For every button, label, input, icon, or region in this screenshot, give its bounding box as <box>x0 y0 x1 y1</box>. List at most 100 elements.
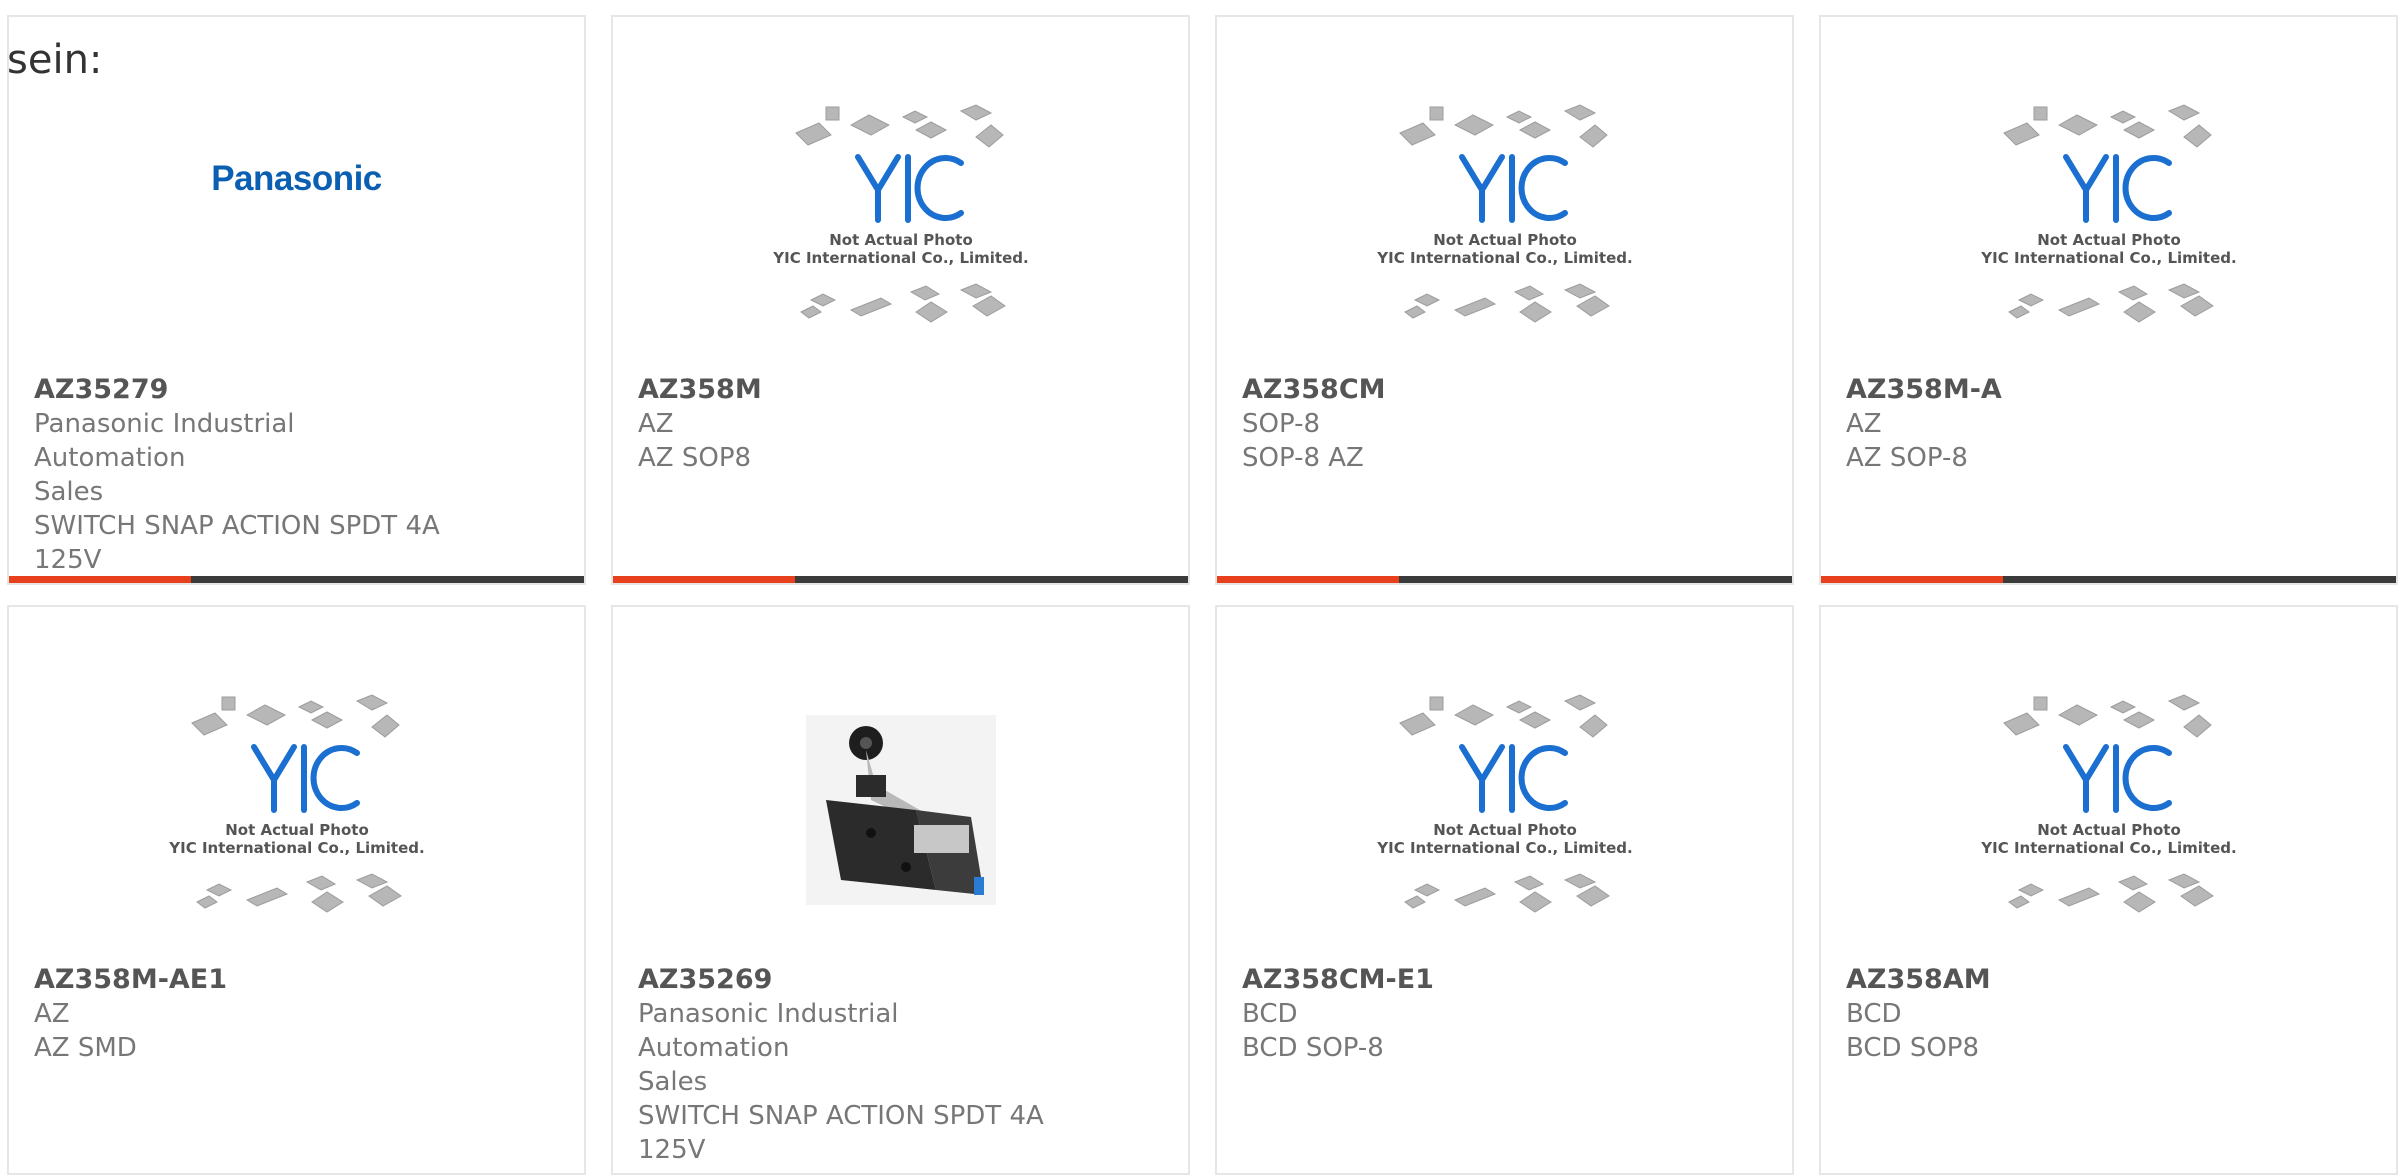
chip-shape <box>2017 883 2044 897</box>
part-number[interactable]: AZ35269 <box>638 963 1058 997</box>
chip-shape <box>2122 711 2155 729</box>
chip-shape <box>245 704 286 726</box>
yic-logo <box>1458 154 1568 223</box>
chip-shape <box>2122 891 2156 913</box>
chip-shape <box>2182 714 2212 738</box>
chip-shape <box>799 305 822 319</box>
chip-shape <box>1398 122 1436 146</box>
chip-shape <box>310 711 343 729</box>
chip-shape <box>2122 121 2155 139</box>
placeholder-caption-1: Not Actual Photo <box>1433 821 1577 839</box>
product-line: SOP-8 AZ <box>1242 443 1364 473</box>
product-line: AZ SOP8 <box>638 443 752 473</box>
product-image[interactable]: Not Actual Photo YIC International Co., L… <box>1217 75 1792 365</box>
chip-shape <box>849 297 892 317</box>
product-line: Panasonic Industrial Automation <box>34 409 295 473</box>
product-image[interactable]: Not Actual Photo YIC International Co., L… <box>1217 665 1792 955</box>
product-card[interactable]: Panasonic AZ35279 Panasonic Industrial A… <box>7 15 586 585</box>
chip-shape <box>2033 696 2047 711</box>
product-line: 125V <box>638 1135 706 1165</box>
product-card[interactable]: Not Actual Photo YIC International Co., L… <box>1819 605 2398 1175</box>
chip-shape <box>1518 301 1552 323</box>
chip-shape <box>1429 696 1443 711</box>
chip-shape <box>1518 891 1552 913</box>
chip-shape <box>1518 711 1551 729</box>
product-image[interactable]: Not Actual Photo YIC International Co., L… <box>613 75 1188 365</box>
yic-placeholder-image: Not Actual PhotoYIC International Co., L… <box>772 104 1028 323</box>
chip-shape <box>367 885 402 907</box>
chip-shape <box>2109 700 2136 714</box>
product-card[interactable]: Not Actual Photo YIC International Co., L… <box>7 605 586 1175</box>
yic-placeholder-image: Not Actual PhotoYIC International Co., L… <box>1376 694 1632 913</box>
card-footer-bar <box>613 576 1188 583</box>
chip-shape <box>959 283 992 299</box>
yic-logo <box>1458 744 1568 813</box>
product-image[interactable]: Panasonic <box>9 75 584 365</box>
placeholder-caption-2: YIC International Co., Limited. <box>1376 839 1632 857</box>
product-line: Sales <box>34 477 104 507</box>
chip-shape <box>1403 305 1426 319</box>
chip-shape <box>1513 285 1544 301</box>
product-card[interactable]: Not Actual Photo YIC International Co., L… <box>1215 605 1794 1175</box>
yic-logo <box>2062 154 2172 223</box>
product-line: BCD <box>1242 999 1298 1029</box>
part-number[interactable]: AZ358AM <box>1846 963 2266 997</box>
product-card[interactable]: Not Actual Photo YIC International Co., L… <box>611 15 1190 585</box>
product-line: 125V <box>34 545 102 575</box>
product-line: AZ <box>638 409 674 439</box>
product-line: AZ SMD <box>34 1033 137 1063</box>
product-line: AZ SOP-8 <box>1846 443 1968 473</box>
chip-shape <box>914 121 947 139</box>
snap-switch-photo <box>805 715 996 905</box>
chip-shape <box>2002 712 2040 736</box>
placeholder-caption-2: YIC International Co., Limited. <box>1980 249 2236 267</box>
chip-shape <box>1413 293 1440 307</box>
product-card[interactable]: Not Actual Photo YIC International Co., L… <box>1819 15 2398 585</box>
part-number[interactable]: AZ358M-A <box>1846 373 2266 407</box>
chip-shape <box>914 301 948 323</box>
chip-shape <box>2109 110 2136 124</box>
chip-shape <box>1563 283 1596 299</box>
yic-placeholder-image: Not Actual PhotoYIC International Co., L… <box>1376 104 1632 323</box>
part-number[interactable]: AZ358M <box>638 373 1058 407</box>
product-image[interactable]: Not Actual Photo YIC International Co., L… <box>9 665 584 955</box>
product-line: BCD <box>1846 999 1902 1029</box>
chip-shape <box>2033 106 2047 121</box>
chip-shape <box>2057 887 2100 907</box>
product-line: BCD SOP8 <box>1846 1033 1980 1063</box>
product-image[interactable]: Not Actual Photo YIC International Co., L… <box>1821 75 2396 365</box>
chip-shape <box>794 122 832 146</box>
chip-shape <box>2167 283 2200 299</box>
chip-shape <box>1453 297 1496 317</box>
lead-text: sein: <box>7 37 103 83</box>
product-image[interactable] <box>613 665 1188 955</box>
part-number[interactable]: AZ358CM-E1 <box>1242 963 1662 997</box>
chip-shape <box>2057 704 2098 726</box>
product-card[interactable]: Not Actual Photo YIC International Co., L… <box>1215 15 1794 585</box>
product-line: AZ <box>34 999 70 1029</box>
placeholder-caption-2: YIC International Co., Limited. <box>1376 249 1632 267</box>
chip-shape <box>305 875 336 891</box>
part-number[interactable]: AZ358M-AE1 <box>34 963 454 997</box>
part-number[interactable]: AZ35279 <box>34 373 454 407</box>
chip-shape <box>2122 301 2156 323</box>
placeholder-caption-1: Not Actual Photo <box>2037 231 2181 249</box>
yic-logo <box>250 744 360 813</box>
chip-shape <box>355 694 388 711</box>
chip-shape <box>971 295 1006 317</box>
card-footer-bar <box>1217 576 1792 583</box>
chip-shape <box>1398 712 1436 736</box>
chip-shape <box>1578 124 1608 148</box>
chip-shape <box>849 114 890 136</box>
chip-shape <box>1403 895 1426 909</box>
chip-shape <box>2007 305 2030 319</box>
yic-placeholder-image: Not Actual PhotoYIC International Co., L… <box>1980 104 2236 323</box>
chip-shape <box>1453 887 1496 907</box>
chip-shape <box>1575 885 1610 907</box>
part-number[interactable]: AZ358CM <box>1242 373 1662 407</box>
placeholder-caption-2: YIC International Co., Limited. <box>1980 839 2236 857</box>
product-card[interactable]: AZ35269 Panasonic Industrial Automation … <box>611 605 1190 1175</box>
chip-shape <box>370 714 400 738</box>
chip-shape <box>297 700 324 714</box>
product-image[interactable]: Not Actual Photo YIC International Co., L… <box>1821 665 2396 955</box>
